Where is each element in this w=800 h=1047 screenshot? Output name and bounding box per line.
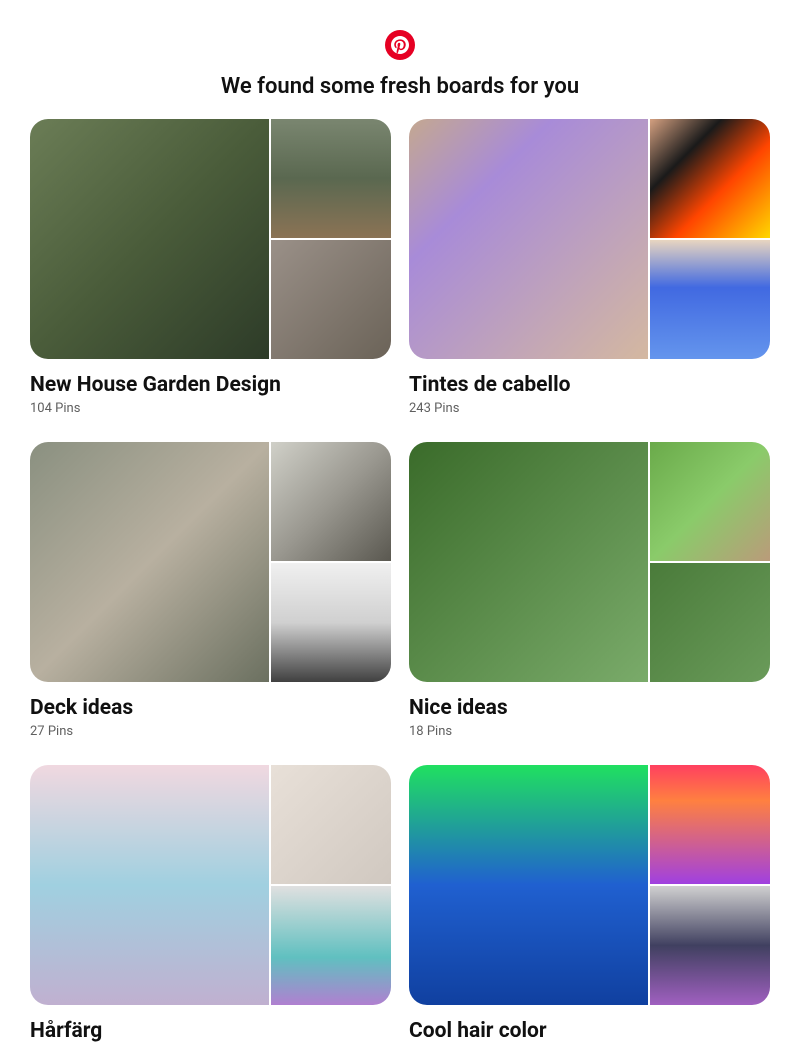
board-thumb-image: [650, 240, 770, 359]
board-images: [409, 442, 770, 682]
pinterest-logo-icon[interactable]: [385, 30, 415, 60]
board-pin-count: 104 Pins: [30, 401, 391, 416]
header: We found some fresh boards for you: [30, 30, 770, 99]
pinterest-icon: [391, 36, 409, 54]
board-thumb-image: [271, 765, 391, 884]
board-thumb-image: [650, 119, 770, 238]
board-card[interactable]: Deck ideas 27 Pins: [30, 442, 391, 739]
headline: We found some fresh boards for you: [221, 74, 579, 99]
board-thumb-image: [271, 886, 391, 1005]
board-card[interactable]: New House Garden Design 104 Pins: [30, 119, 391, 416]
pin-count-value: 27: [30, 724, 45, 739]
board-thumb-image: [271, 119, 391, 238]
board-title: Deck ideas: [30, 696, 391, 720]
pin-count-label: Pins: [55, 401, 80, 416]
pin-count-label: Pins: [434, 401, 459, 416]
board-thumb-image: [650, 442, 770, 561]
board-thumb-image: [271, 563, 391, 682]
board-cover-image: [409, 119, 648, 359]
board-thumb-image: [650, 563, 770, 682]
board-cover-image: [409, 765, 648, 1005]
pin-count-value: 18: [409, 724, 424, 739]
board-title: Cool hair color: [409, 1019, 770, 1043]
board-images: [409, 119, 770, 359]
board-cover-image: [409, 442, 648, 682]
board-thumb-image: [271, 442, 391, 561]
board-card[interactable]: Tintes de cabello 243 Pins: [409, 119, 770, 416]
pin-count-value: 243: [409, 401, 431, 416]
board-pin-count: 18 Pins: [409, 724, 770, 739]
board-title: Tintes de cabello: [409, 373, 770, 397]
board-title: New House Garden Design: [30, 373, 391, 397]
board-cover-image: [30, 119, 269, 359]
board-title: Nice ideas: [409, 696, 770, 720]
board-pin-count: 27 Pins: [30, 724, 391, 739]
board-images: [409, 765, 770, 1005]
board-pin-count: 243 Pins: [409, 401, 770, 416]
pin-count-value: 104: [30, 401, 52, 416]
board-cover-image: [30, 765, 269, 1005]
board-cover-image: [30, 442, 269, 682]
pin-count-label: Pins: [48, 724, 73, 739]
board-card[interactable]: Hårfärg: [30, 765, 391, 1047]
board-card[interactable]: Nice ideas 18 Pins: [409, 442, 770, 739]
pin-count-label: Pins: [427, 724, 452, 739]
board-images: [30, 119, 391, 359]
board-thumb-image: [650, 886, 770, 1005]
board-images: [30, 442, 391, 682]
board-card[interactable]: Cool hair color: [409, 765, 770, 1047]
board-images: [30, 765, 391, 1005]
board-thumb-image: [271, 240, 391, 359]
board-title: Hårfärg: [30, 1019, 391, 1043]
board-thumb-image: [650, 765, 770, 884]
boards-grid: New House Garden Design 104 Pins Tintes …: [30, 119, 770, 1047]
